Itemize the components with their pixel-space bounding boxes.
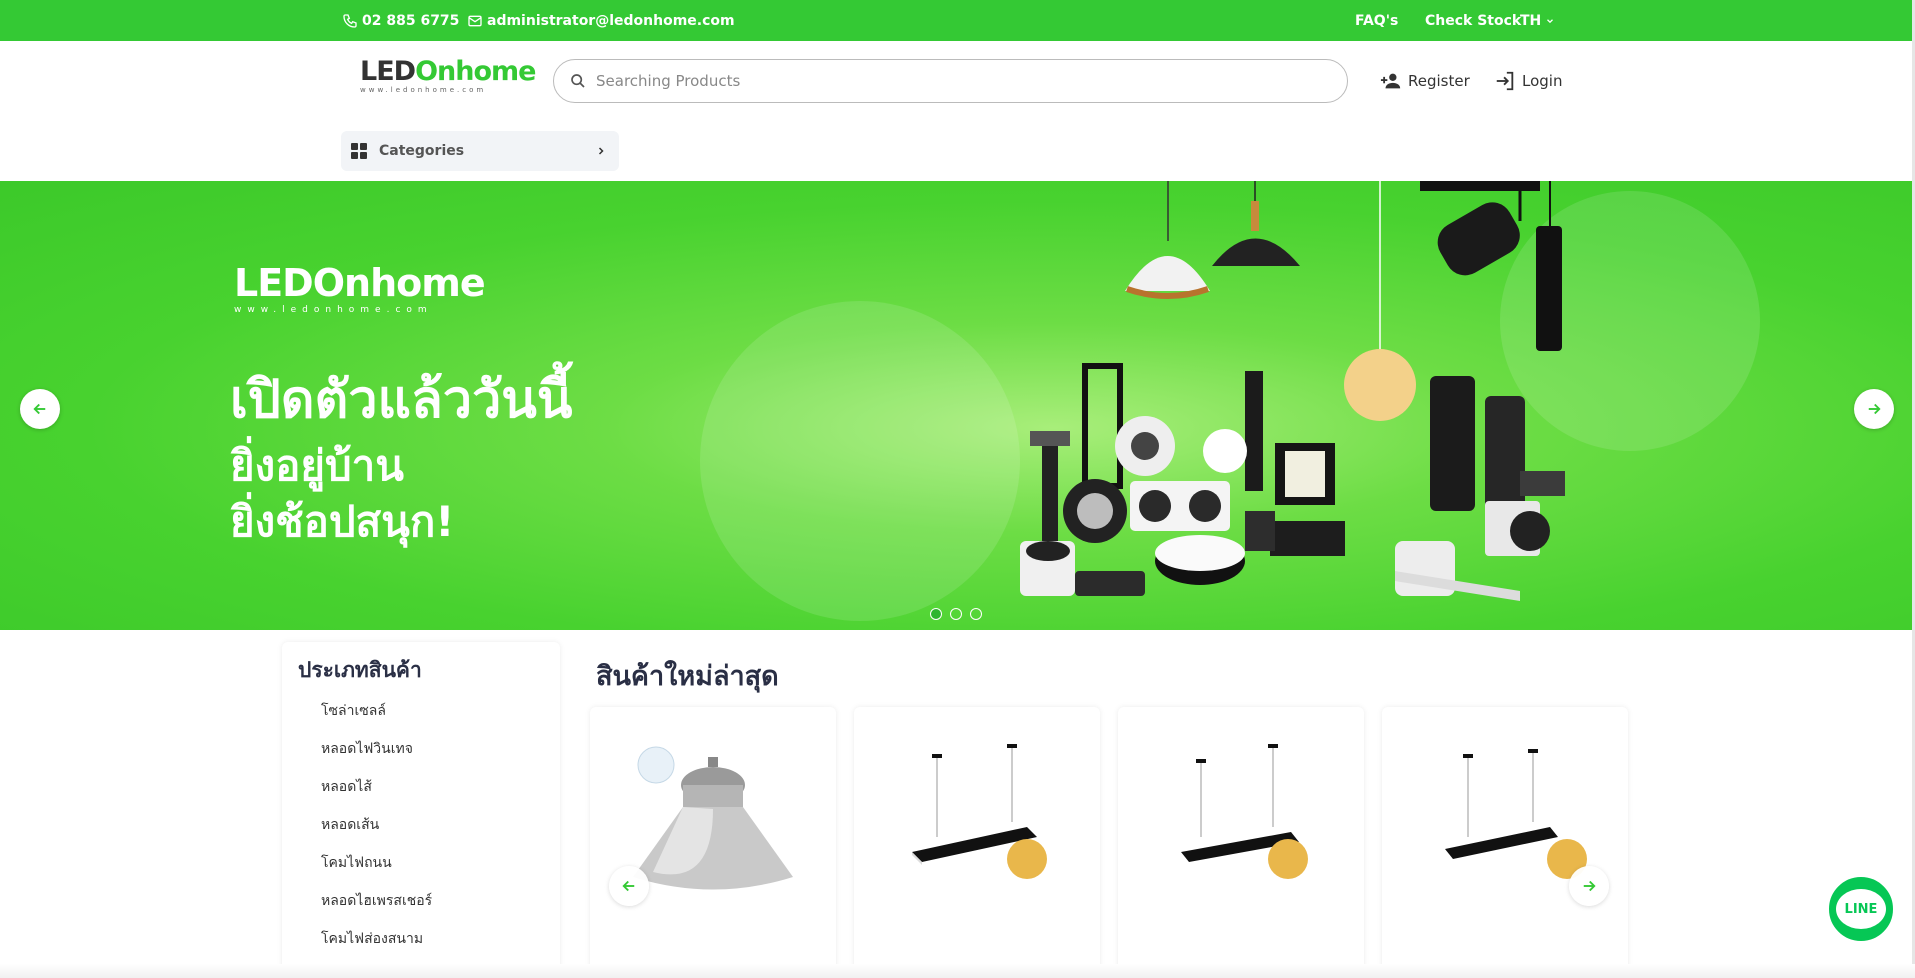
light-flare (700, 301, 1020, 621)
login-icon (1496, 71, 1514, 91)
category-item[interactable]: หลอดเส้น (321, 814, 432, 852)
lighting-products-image (1020, 181, 1565, 601)
banner-logo-url: www.ledonhome.com (234, 305, 433, 315)
products-prev-button[interactable] (609, 866, 649, 906)
language-label: TH (1520, 12, 1542, 29)
chevron-down-icon (1547, 18, 1554, 23)
linear-pendant-image (912, 744, 1047, 879)
category-item[interactable]: หลอดไส้ (321, 776, 432, 814)
banner-dot-3[interactable] (970, 608, 982, 620)
line-label: LINE (1844, 901, 1878, 917)
register-label: Register (1408, 72, 1470, 90)
add-user-icon (1380, 73, 1401, 89)
arrow-right-icon (1583, 880, 1596, 892)
category-sidebar: ประเภทสินค้า โซล่าเซลล์ หลอดไฟวินเทจ หลอ… (282, 642, 560, 978)
logo-url: www.ledonhome.com (360, 86, 487, 94)
banner-logo: LEDOnhome www.ledonhome.com (234, 261, 486, 315)
banner-headline: เปิดตัวแล้ววันนี้ (230, 370, 573, 430)
category-item[interactable]: โคมไฟถนน (321, 852, 432, 890)
banner-dot-2[interactable] (950, 608, 962, 620)
linear-pendant-image (1181, 744, 1308, 879)
register-link[interactable]: Register (1380, 68, 1470, 94)
faq-link[interactable]: FAQ's (1355, 0, 1398, 41)
faq-label: FAQ's (1355, 12, 1399, 29)
banner-subline-1: ยิ่งอยู่บ้าน (230, 441, 404, 490)
category-item[interactable]: โซล่าเซลล์ (321, 700, 432, 738)
banner-logo-on: Onhome (312, 261, 486, 305)
email-address: administrator@ledonhome.com (487, 12, 735, 29)
product-card[interactable] (1382, 707, 1628, 978)
product-card[interactable] (854, 707, 1100, 978)
top-bar: 02 885 6775 administrator@ledonhome.com … (0, 0, 1915, 41)
check-stock-label: Check Stock (1425, 12, 1522, 29)
product-card[interactable] (1118, 707, 1364, 978)
banner-subline-2: ยิ่งช้อปสนุก! (230, 497, 455, 546)
banner-pagination (930, 608, 982, 620)
banner-prev-button[interactable] (20, 389, 60, 429)
phone-icon (343, 13, 357, 28)
site-logo[interactable]: LEDOnhome www.ledonhome.com (360, 56, 536, 98)
sidebar-title: ประเภทสินค้า (298, 658, 422, 682)
categories-menu[interactable]: Categories (341, 131, 619, 171)
mail-icon (468, 15, 482, 26)
logo-led-text: LED (360, 56, 416, 87)
hero-banner[interactable]: LEDOnhome www.ledonhome.com เปิดตัวแล้วว… (0, 181, 1915, 630)
new-products-title: สินค้าใหม่ล่าสุด (596, 661, 779, 692)
category-list: โซล่าเซลล์ หลอดไฟวินเทจ หลอดไส้ หลอดเส้น… (321, 700, 432, 966)
chevron-right-icon (598, 147, 604, 155)
logo-on-text: Onhome (415, 56, 536, 87)
login-label: Login (1522, 72, 1563, 90)
search-input[interactable] (596, 72, 1296, 90)
grid-icon (351, 143, 367, 159)
products-next-button[interactable] (1569, 866, 1609, 906)
product-card[interactable] (590, 707, 836, 978)
arrow-right-icon (1868, 403, 1881, 415)
line-chat-button[interactable]: LINE (1829, 877, 1893, 941)
check-stock-link[interactable]: Check Stock (1425, 0, 1521, 41)
bottom-edge (0, 964, 1915, 978)
email-link[interactable]: administrator@ledonhome.com (467, 0, 735, 41)
categories-label: Categories (379, 143, 465, 159)
line-icon: LINE (1836, 889, 1886, 929)
phone-link[interactable]: 02 885 6775 (342, 0, 459, 41)
language-select[interactable]: TH (1520, 0, 1555, 41)
arrow-left-icon (33, 403, 46, 415)
category-item[interactable]: หลอดไฮเพรสเชอร์ (321, 890, 432, 928)
search-icon (571, 74, 585, 88)
banner-dot-1[interactable] (930, 608, 942, 620)
banner-logo-led: LED (234, 261, 314, 305)
arrow-left-icon (622, 880, 635, 892)
banner-next-button[interactable] (1854, 389, 1894, 429)
category-item[interactable]: โคมไฟส่องสนาม (321, 928, 432, 966)
phone-number: 02 885 6775 (362, 12, 460, 29)
login-link[interactable]: Login (1494, 68, 1562, 94)
search-bar[interactable] (553, 59, 1348, 103)
category-item[interactable]: หลอดไฟวินเทจ (321, 738, 432, 776)
